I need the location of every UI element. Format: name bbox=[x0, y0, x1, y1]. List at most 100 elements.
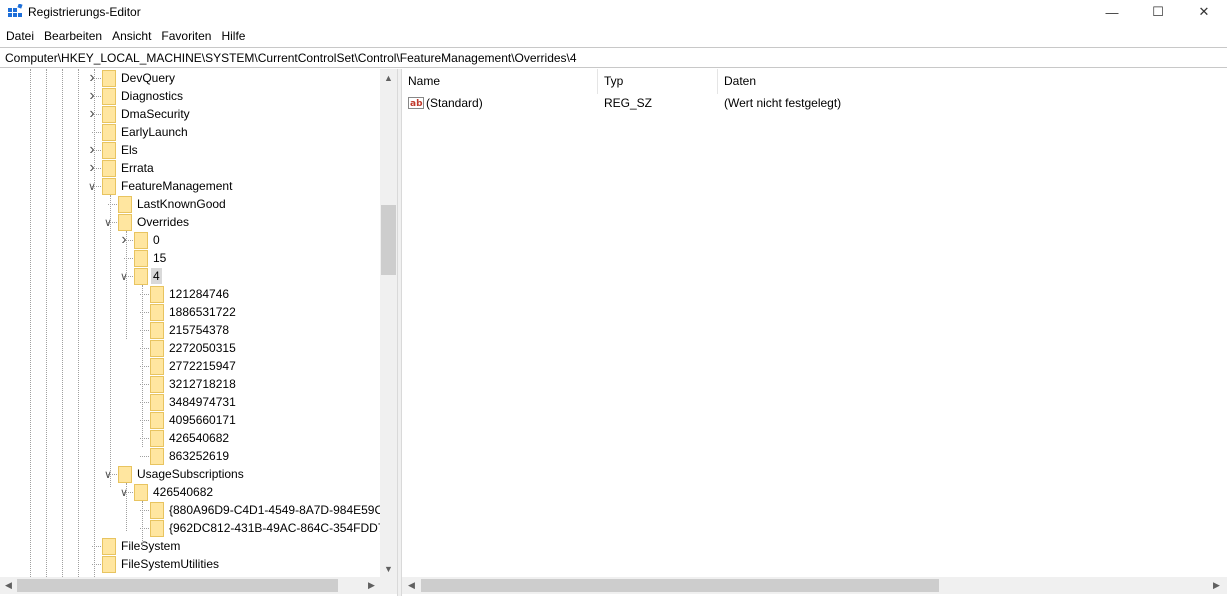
tree-item[interactable]: 3484974731 bbox=[150, 393, 238, 411]
column-header-data[interactable]: Daten bbox=[718, 69, 958, 94]
tree-connector-line bbox=[140, 456, 149, 457]
tree-item[interactable]: 3212718218 bbox=[150, 375, 238, 393]
chevron-right-icon[interactable]: › bbox=[86, 141, 98, 158]
svg-text:ab: ab bbox=[410, 99, 423, 109]
tree-item[interactable]: FileSystemUtilities bbox=[102, 555, 221, 573]
list-header: Name Typ Daten bbox=[402, 69, 1227, 94]
tree-item[interactable]: EarlyLaunch bbox=[102, 123, 190, 141]
tree-item[interactable]: 215754378 bbox=[150, 321, 231, 339]
tree-item[interactable]: 15 bbox=[134, 249, 168, 267]
chevron-down-icon[interactable]: ∨ bbox=[118, 270, 130, 283]
chevron-right-icon[interactable]: › bbox=[86, 69, 98, 86]
scroll-up-icon[interactable]: ▲ bbox=[380, 69, 397, 86]
tree-vertical-scroll-thumb[interactable] bbox=[381, 205, 396, 275]
tree-item-label: 121284746 bbox=[169, 287, 230, 301]
folder-icon bbox=[134, 231, 148, 249]
folder-icon bbox=[118, 465, 132, 483]
tree-item-label: 0 bbox=[153, 233, 160, 247]
minimize-button[interactable]: — bbox=[1089, 0, 1135, 24]
folder-icon bbox=[102, 105, 116, 123]
tree-vertical-scrollbar[interactable]: ▲ ▼ bbox=[380, 69, 397, 577]
chevron-down-icon[interactable]: ∨ bbox=[118, 486, 130, 499]
chevron-right-icon[interactable]: › bbox=[86, 87, 98, 104]
chevron-right-icon[interactable]: › bbox=[86, 105, 98, 122]
tree-item-label: Els bbox=[121, 143, 138, 157]
tree-item[interactable]: Errata bbox=[102, 159, 156, 177]
tree-horizontal-scroll-thumb[interactable] bbox=[17, 579, 338, 592]
tree-item[interactable]: DevQuery bbox=[102, 69, 177, 87]
tree-item[interactable]: 863252619 bbox=[150, 447, 231, 465]
chevron-right-icon[interactable]: › bbox=[86, 159, 98, 176]
tree-item[interactable]: {962DC812-431B-49AC-864C-354FDD75E bbox=[150, 519, 380, 537]
tree-item-label: 863252619 bbox=[169, 449, 230, 463]
tree-item[interactable]: 4095660171 bbox=[150, 411, 238, 429]
folder-icon bbox=[102, 141, 116, 159]
tree-item[interactable]: 0 bbox=[134, 231, 162, 249]
tree-guide-line bbox=[142, 501, 143, 549]
folder-icon bbox=[102, 69, 116, 87]
close-button[interactable]: ✕ bbox=[1181, 0, 1227, 24]
tree-item-label: Diagnostics bbox=[121, 89, 184, 103]
maximize-button[interactable]: ☐ bbox=[1135, 0, 1181, 24]
tree-item[interactable]: 1886531722 bbox=[150, 303, 238, 321]
tree-item[interactable]: FeatureManagement bbox=[102, 177, 234, 195]
tree-item[interactable]: Overrides bbox=[118, 213, 191, 231]
menu-bearbeiten[interactable]: Bearbeiten bbox=[39, 26, 107, 46]
tree-guide-line bbox=[110, 195, 111, 487]
tree-guide-line bbox=[78, 69, 79, 577]
tree-item[interactable]: 2772215947 bbox=[150, 357, 238, 375]
tree-item[interactable]: UsageSubscriptions bbox=[118, 465, 246, 483]
tree-item-label: Errata bbox=[121, 161, 154, 175]
scroll-left-icon[interactable]: ◀ bbox=[403, 577, 420, 594]
chevron-down-icon[interactable]: ∨ bbox=[102, 216, 114, 229]
window-title: Registrierungs-Editor bbox=[28, 5, 141, 19]
menu-datei[interactable]: Datei bbox=[1, 26, 39, 46]
tree-item[interactable]: LastKnownGood bbox=[118, 195, 228, 213]
menu-hilfe[interactable]: Hilfe bbox=[216, 26, 250, 46]
menu-ansicht[interactable]: Ansicht bbox=[107, 26, 156, 46]
tree-item[interactable]: Diagnostics bbox=[102, 87, 185, 105]
tree-horizontal-scrollbar[interactable]: ◀ ▶ bbox=[0, 577, 397, 594]
tree-item[interactable]: 4 bbox=[134, 267, 162, 285]
tree-item[interactable]: {880A96D9-C4D1-4549-8A7D-984E59C98 bbox=[150, 501, 380, 519]
tree-item[interactable]: 426540682 bbox=[150, 429, 231, 447]
address-path[interactable]: Computer\HKEY_LOCAL_MACHINE\SYSTEM\Curre… bbox=[5, 51, 577, 65]
key-tree-pane: DevQuery › Diagnostics › DmaSecurity › EarlyLa… bbox=[0, 69, 397, 596]
tree-item-label: 3212718218 bbox=[169, 377, 236, 391]
tree-item-label: FileSystemUtilities bbox=[121, 557, 220, 571]
column-header-type[interactable]: Typ bbox=[598, 69, 718, 94]
tree-item[interactable]: Els bbox=[102, 141, 140, 159]
folder-icon bbox=[102, 87, 116, 105]
tree-item-label: 215754378 bbox=[169, 323, 230, 337]
tree-item-label: UsageSubscriptions bbox=[137, 467, 244, 481]
folder-icon bbox=[102, 123, 116, 141]
scroll-down-icon[interactable]: ▼ bbox=[380, 560, 397, 577]
value-list-pane: Name Typ Daten ab (Standard) REG_SZ (Wer… bbox=[402, 69, 1227, 596]
scroll-right-icon[interactable]: ▶ bbox=[1208, 577, 1225, 594]
tree-item-label: 426540682 bbox=[153, 485, 214, 499]
folder-icon bbox=[150, 339, 164, 357]
list-horizontal-scroll-thumb[interactable] bbox=[421, 579, 939, 592]
tree-item-label: DevQuery bbox=[121, 71, 176, 85]
list-horizontal-scrollbar[interactable]: ◀ ▶ bbox=[402, 577, 1227, 594]
tree-guide-line bbox=[62, 69, 63, 577]
chevron-down-icon[interactable]: ∨ bbox=[102, 468, 114, 481]
value-row[interactable]: ab (Standard) REG_SZ (Wert nicht festgel… bbox=[402, 94, 1227, 112]
column-header-name[interactable]: Name bbox=[402, 69, 598, 94]
address-bar[interactable]: Computer\HKEY_LOCAL_MACHINE\SYSTEM\Curre… bbox=[0, 47, 1227, 68]
scroll-right-icon[interactable]: ▶ bbox=[363, 577, 380, 594]
scroll-left-icon[interactable]: ◀ bbox=[0, 577, 17, 594]
tree-item[interactable]: 426540682 bbox=[134, 483, 215, 501]
tree-item[interactable]: 2272050315 bbox=[150, 339, 238, 357]
tree-item-label: 2772215947 bbox=[169, 359, 236, 373]
menu-favoriten[interactable]: Favoriten bbox=[156, 26, 216, 46]
folder-icon bbox=[134, 483, 148, 501]
tree-item[interactable]: 121284746 bbox=[150, 285, 231, 303]
tree-item-label: 4 bbox=[151, 268, 162, 284]
tree-item-label: 15 bbox=[153, 251, 167, 265]
chevron-right-icon[interactable]: › bbox=[118, 231, 130, 248]
tree-guide-line bbox=[30, 69, 31, 577]
title-bar: Registrierungs-Editor — ☐ ✕ bbox=[0, 0, 1227, 24]
chevron-down-icon[interactable]: ∨ bbox=[86, 180, 98, 193]
tree-item[interactable]: DmaSecurity bbox=[102, 105, 192, 123]
